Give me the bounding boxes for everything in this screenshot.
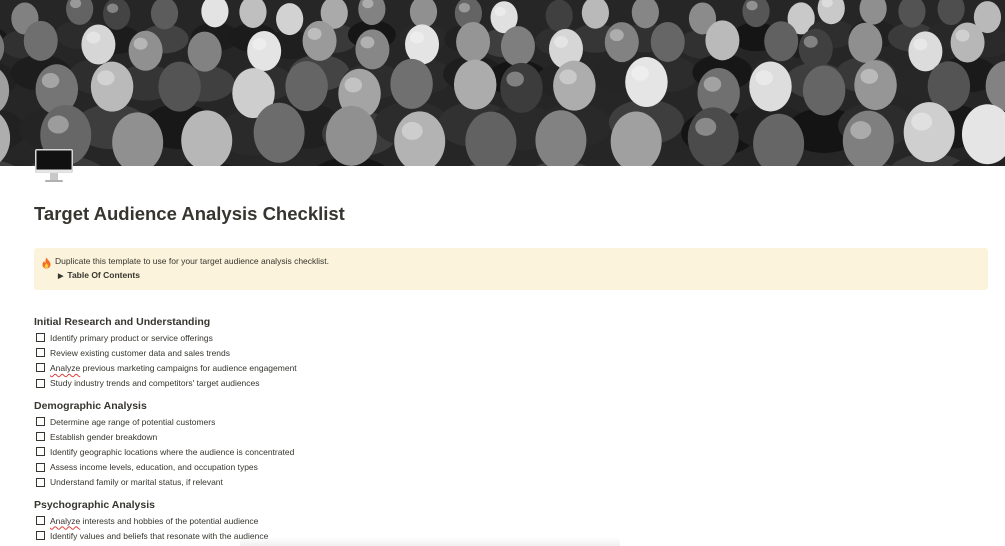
checkbox[interactable] (36, 432, 45, 442)
checkbox[interactable] (36, 516, 45, 526)
section-heading: Initial Research and Understanding (34, 316, 211, 328)
todo-item[interactable]: Identify primary product or service offe… (34, 330, 297, 345)
callout-text: Duplicate this template to use for your … (55, 256, 330, 266)
checkbox[interactable] (36, 333, 45, 343)
misspelled-word: Analyze (50, 362, 81, 373)
section-demographic: Demographic Analysis Determine age range… (34, 398, 294, 490)
fire-icon (41, 256, 52, 269)
checkbox[interactable] (36, 477, 45, 487)
todo-item[interactable]: Understand family or marital status, if … (34, 475, 294, 490)
todo-text: Study industry trends and competitors' t… (50, 378, 260, 389)
todo-item[interactable]: Identify geographic locations where the … (34, 444, 294, 459)
section-heading: Psychographic Analysis (34, 499, 155, 511)
toggle-label: Table Of Contents (67, 270, 140, 280)
cover-image (0, 0, 1005, 166)
checkbox[interactable] (36, 348, 45, 358)
todo-item[interactable]: Study industry trends and competitors' t… (34, 376, 297, 391)
checkbox[interactable] (36, 447, 45, 457)
todo-item[interactable]: Review existing customer data and sales … (34, 345, 297, 360)
todo-item[interactable]: Identify values and beliefs that resonat… (34, 528, 268, 543)
todo-text: Identify primary product or service offe… (50, 332, 213, 343)
misspelled-word: Analyze (50, 515, 81, 526)
todo-item[interactable]: Assess income levels, education, and occ… (34, 460, 294, 475)
section-initial-research: Initial Research and Understanding Ident… (34, 314, 297, 391)
checkbox[interactable] (36, 462, 45, 472)
crowd-photo (0, 0, 1005, 166)
todo-text: Identify geographic locations where the … (50, 446, 295, 457)
todo-text: Understand family or marital status, if … (50, 477, 223, 488)
checkbox[interactable] (36, 417, 45, 427)
todo-item[interactable]: Determine age range of potential custome… (34, 414, 294, 429)
todo-text: previous marketing campaigns for audienc… (80, 362, 297, 373)
todo-text: Assess income levels, education, and occ… (50, 462, 258, 473)
todo-text: Establish gender breakdown (50, 431, 158, 442)
callout-block: Duplicate this template to use for your … (34, 248, 988, 290)
section-heading: Demographic Analysis (34, 400, 147, 412)
todo-text: Identify values and beliefs that resonat… (50, 530, 269, 541)
page-title: Target Audience Analysis Checklist (34, 203, 345, 224)
todo-text: Review existing customer data and sales … (50, 347, 231, 358)
todo-item[interactable]: Analyze previous marketing campaigns for… (34, 360, 297, 375)
todo-text: interests and hobbies of the potential a… (80, 515, 259, 526)
checkbox[interactable] (36, 363, 45, 373)
section-psychographic: Psychographic Analysis Analyze interests… (34, 497, 268, 543)
triangle-right-icon[interactable]: ▶ (58, 272, 63, 280)
checkbox[interactable] (36, 378, 45, 388)
todo-item[interactable]: Analyze interests and hobbies of the pot… (34, 513, 268, 528)
scroll-shadow (240, 537, 620, 546)
checkbox[interactable] (36, 531, 45, 541)
todo-item[interactable]: Establish gender breakdown (34, 429, 294, 444)
toggle-table-of-contents[interactable]: ▶ Table Of Contents (58, 270, 140, 280)
computer-monitor-icon[interactable] (34, 147, 74, 185)
todo-text: Determine age range of potential custome… (50, 416, 216, 427)
